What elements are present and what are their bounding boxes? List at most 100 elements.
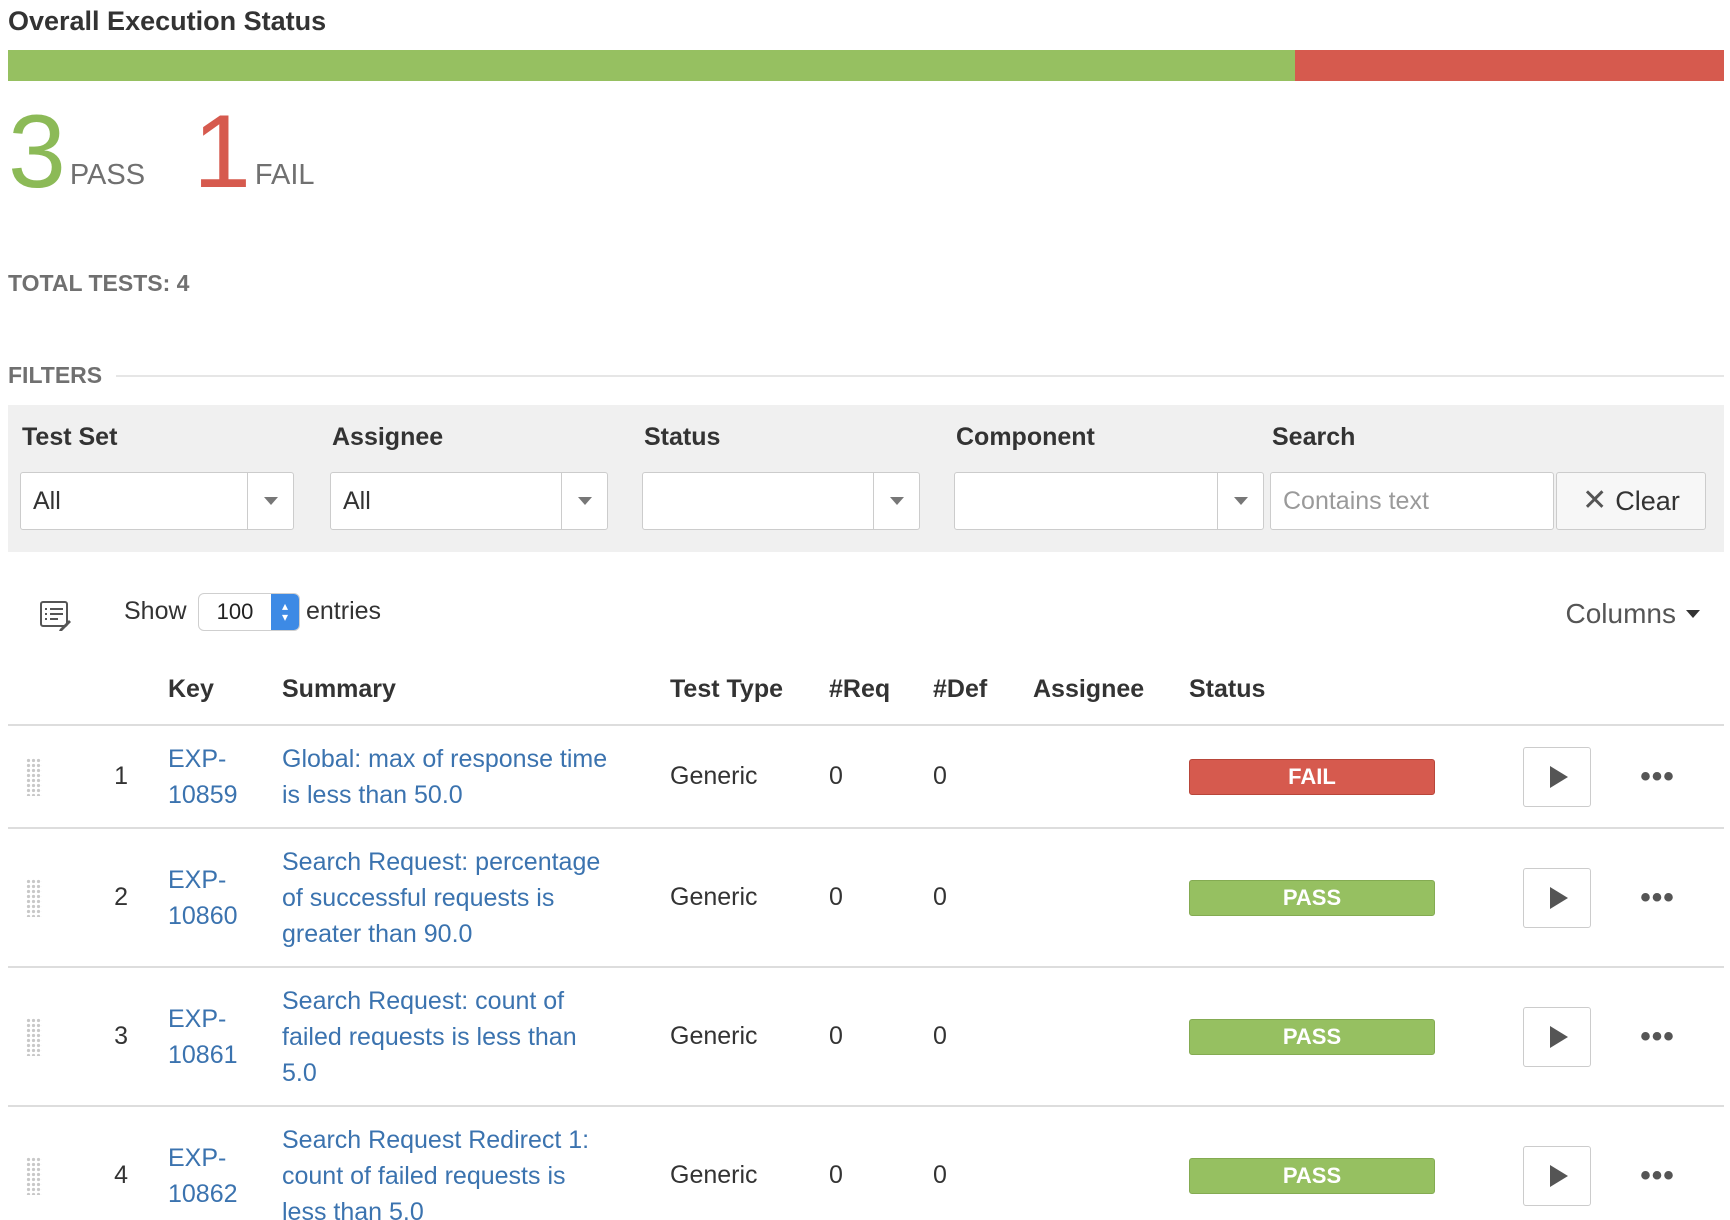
search-input[interactable] <box>1270 472 1554 530</box>
summary-line: Search Request: count of <box>282 986 565 1015</box>
play-icon[interactable] <box>1523 1006 1591 1067</box>
header-test-type[interactable]: Test Type <box>670 655 829 726</box>
test-summary-link[interactable]: Search Request: count of failed requests … <box>282 983 577 1091</box>
header-drag <box>8 655 68 726</box>
row-assignee <box>1033 1106 1189 1220</box>
table-toolbar: Show 100 ▴ ▾ entries Columns <box>8 590 1724 640</box>
row-summary-cell: Global: max of response time is less than… <box>282 725 670 829</box>
row-req: 0 <box>829 725 933 829</box>
pass-count-label: PASS <box>69 159 146 191</box>
test-key-link[interactable]: EXP- 10862 <box>168 1140 238 1212</box>
entries-value: 100 <box>216 599 254 624</box>
chevron-down-icon[interactable] <box>1217 473 1263 529</box>
row-run-cell <box>1489 828 1591 968</box>
row-more-cell: ••• <box>1591 828 1724 968</box>
row-req: 0 <box>829 1106 933 1220</box>
progress-fail-segment <box>1295 50 1724 81</box>
drag-handle-icon[interactable] <box>26 757 42 796</box>
header-key[interactable]: Key <box>168 655 282 726</box>
row-key-cell: EXP- 10860 <box>168 828 282 968</box>
drag-handle-icon[interactable] <box>26 878 42 917</box>
list-edit-icon[interactable] <box>38 598 72 632</box>
test-set-select[interactable]: All <box>20 472 294 530</box>
assignee-select[interactable]: All <box>330 472 608 530</box>
test-key-link[interactable]: EXP- 10859 <box>168 741 238 813</box>
drag-handle-icon[interactable] <box>26 1017 42 1056</box>
status-badge: PASS <box>1189 879 1435 916</box>
ellipsis-icon[interactable]: ••• <box>1591 881 1724 915</box>
chevron-down-icon[interactable] <box>247 473 293 529</box>
row-req: 0 <box>829 828 933 968</box>
component-label: Component <box>956 423 1095 451</box>
filters-divider <box>116 374 1724 377</box>
row-status-cell: PASS <box>1189 828 1489 968</box>
table-header-row: Key Summary Test Type #Req #Def Assignee… <box>8 655 1724 726</box>
test-key-prefix: EXP- <box>168 1143 227 1172</box>
test-summary-link[interactable]: Global: max of response time is less than… <box>282 741 607 813</box>
row-req: 0 <box>829 967 933 1107</box>
test-key-link[interactable]: EXP- 10860 <box>168 862 238 934</box>
ellipsis-icon[interactable]: ••• <box>1591 1159 1724 1193</box>
fail-count-group: 1 FAIL <box>193 94 315 210</box>
close-x-icon: ✕ <box>1582 484 1608 517</box>
assignee-value: All <box>343 486 371 515</box>
summary-line: Search Request Redirect 1: <box>282 1125 590 1154</box>
chevron-down-icon[interactable] <box>873 473 919 529</box>
header-actions <box>1591 655 1724 726</box>
row-run-cell <box>1489 967 1591 1107</box>
row-test-type: Generic <box>670 725 829 829</box>
row-def: 0 <box>933 1106 1033 1220</box>
summary-line: failed requests is less than <box>282 1022 577 1051</box>
test-summary-link[interactable]: Search Request: percentage of successful … <box>282 844 600 952</box>
row-key-cell: EXP- 10859 <box>168 725 282 829</box>
component-select[interactable] <box>954 472 1264 530</box>
drag-handle-icon[interactable] <box>26 1156 42 1195</box>
header-def[interactable]: #Def <box>933 655 1033 726</box>
clear-button[interactable]: ✕ Clear <box>1556 472 1706 530</box>
filters-title: FILTERS <box>8 362 103 388</box>
test-key-prefix: EXP- <box>168 1004 227 1033</box>
row-drag-cell <box>8 828 68 968</box>
entries-label: entries <box>306 597 382 625</box>
summary-line: Search Request: percentage <box>282 847 601 876</box>
columns-dropdown-button[interactable]: Columns <box>1566 598 1700 630</box>
row-summary-cell: Search Request Redirect 1: count of faile… <box>282 1106 670 1220</box>
play-icon[interactable] <box>1523 746 1591 807</box>
row-number: 3 <box>68 967 168 1107</box>
header-status[interactable]: Status <box>1189 655 1489 726</box>
row-more-cell: ••• <box>1591 967 1724 1107</box>
summary-line: is less than 50.0 <box>282 780 463 809</box>
header-assignee[interactable]: Assignee <box>1033 655 1189 726</box>
table-row: 4 EXP- 10862 Search Request Redirect 1: co… <box>8 1106 1724 1220</box>
header-req[interactable]: #Req <box>829 655 933 726</box>
row-test-type: Generic <box>670 967 829 1107</box>
test-key-number: 10859 <box>168 780 238 809</box>
ellipsis-icon[interactable]: ••• <box>1591 1020 1724 1054</box>
row-drag-cell <box>8 725 68 829</box>
assignee-label: Assignee <box>332 423 444 451</box>
fail-count: 1 <box>193 94 251 210</box>
summary-line: of successful requests is <box>282 883 555 912</box>
page-title: Overall Execution Status <box>8 6 327 36</box>
header-summary[interactable]: Summary <box>282 655 670 726</box>
test-set-label: Test Set <box>22 423 118 451</box>
summary-line: greater than 90.0 <box>282 919 473 948</box>
total-tests-value: 4 <box>176 270 190 296</box>
play-icon[interactable] <box>1523 867 1591 928</box>
summary-line: Global: max of response time <box>282 744 608 773</box>
entries-per-page-select[interactable]: 100 ▴ ▾ <box>198 593 300 631</box>
test-summary-link[interactable]: Search Request Redirect 1: count of faile… <box>282 1122 589 1220</box>
ellipsis-icon[interactable]: ••• <box>1591 760 1724 794</box>
row-number: 2 <box>68 828 168 968</box>
execution-progress-bar <box>8 50 1724 81</box>
status-select[interactable] <box>642 472 920 530</box>
test-key-link[interactable]: EXP- 10861 <box>168 1001 238 1073</box>
header-number <box>68 655 168 726</box>
row-status-cell: FAIL <box>1189 725 1489 829</box>
search-label: Search <box>1272 423 1356 451</box>
show-label: Show <box>124 597 187 625</box>
row-drag-cell <box>8 967 68 1107</box>
status-badge: PASS <box>1189 1157 1435 1194</box>
play-icon[interactable] <box>1523 1145 1591 1206</box>
chevron-down-icon[interactable] <box>561 473 607 529</box>
